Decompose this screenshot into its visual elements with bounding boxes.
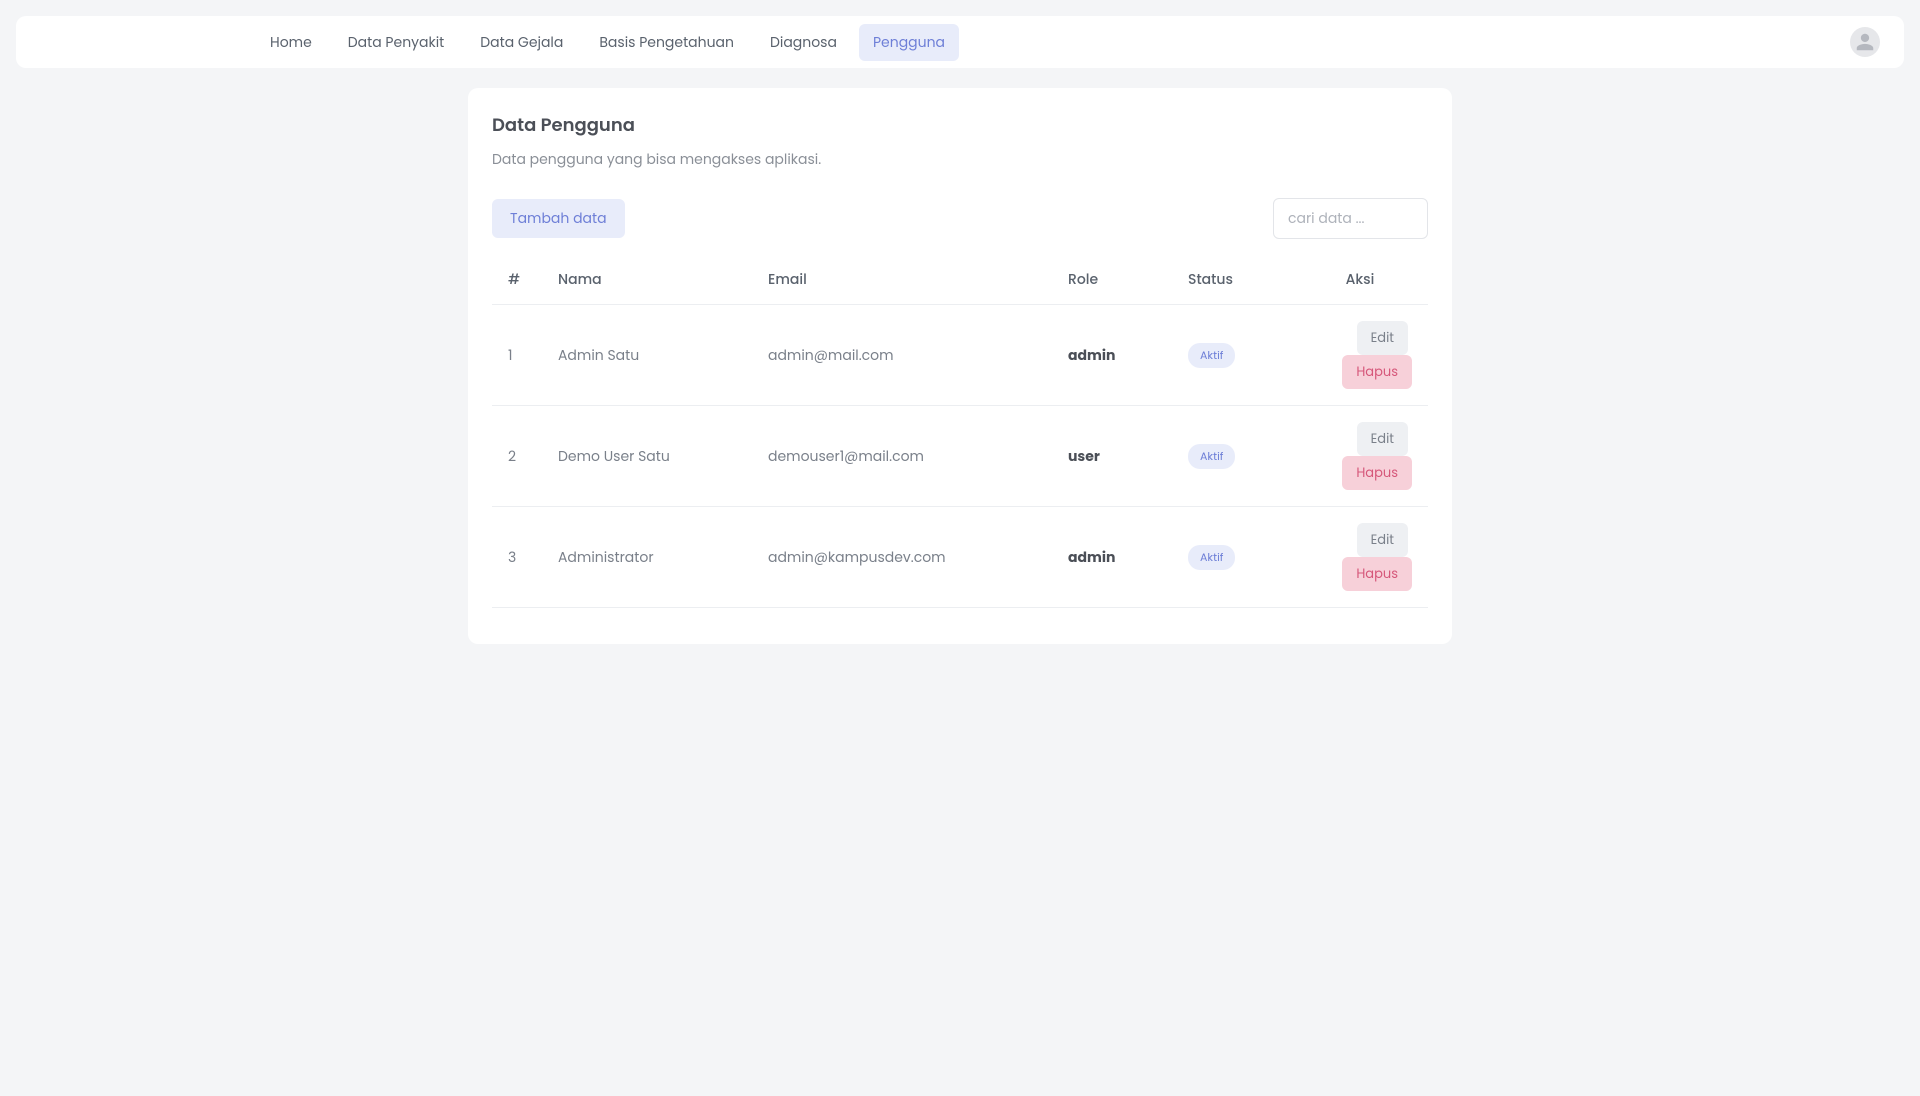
status-badge: Aktif: [1188, 343, 1235, 368]
cell-nama: Administrator: [542, 507, 752, 608]
page-subtitle: Data pengguna yang bisa mengakses aplika…: [492, 149, 1428, 170]
role-value: admin: [1068, 547, 1115, 567]
status-badge: Aktif: [1188, 545, 1235, 570]
th-status: Status: [1172, 255, 1292, 305]
hapus-button[interactable]: Hapus: [1342, 456, 1412, 490]
hapus-button[interactable]: Hapus: [1342, 355, 1412, 389]
cell-email: demouser1@mail.com: [752, 406, 1052, 507]
add-data-button[interactable]: Tambah data: [492, 199, 625, 238]
user-icon: [1854, 31, 1876, 53]
cell-email: admin@mail.com: [752, 305, 1052, 406]
hapus-button[interactable]: Hapus: [1342, 557, 1412, 591]
cell-nama: Demo User Satu: [542, 406, 752, 507]
cell-role: admin: [1052, 305, 1172, 406]
content: Data Pengguna Data pengguna yang bisa me…: [468, 88, 1452, 644]
page-title: Data Pengguna: [492, 112, 1428, 139]
role-value: admin: [1068, 345, 1115, 365]
card-data-pengguna: Data Pengguna Data pengguna yang bisa me…: [468, 88, 1452, 644]
cell-num: 3: [492, 507, 542, 608]
avatar[interactable]: [1850, 27, 1880, 57]
table-toolbar: Tambah data: [492, 198, 1428, 239]
cell-aksi: Edit Hapus: [1292, 406, 1428, 507]
nav-diagnosa[interactable]: Diagnosa: [756, 24, 851, 61]
status-badge: Aktif: [1188, 444, 1235, 469]
cell-status: Aktif: [1172, 305, 1292, 406]
pengguna-table: # Nama Email Role Status Aksi 1 Admin Sa…: [492, 255, 1428, 608]
topbar: Home Data Penyakit Data Gejala Basis Pen…: [16, 16, 1904, 68]
table-header-row: # Nama Email Role Status Aksi: [492, 255, 1428, 305]
main-nav: Home Data Penyakit Data Gejala Basis Pen…: [256, 24, 959, 61]
nav-data-gejala[interactable]: Data Gejala: [466, 24, 577, 61]
cell-aksi: Edit Hapus: [1292, 305, 1428, 406]
cell-status: Aktif: [1172, 406, 1292, 507]
cell-role: user: [1052, 406, 1172, 507]
nav-basis-pengetahuan[interactable]: Basis Pengetahuan: [585, 24, 748, 61]
cell-num: 2: [492, 406, 542, 507]
cell-nama: Admin Satu: [542, 305, 752, 406]
cell-aksi: Edit Hapus: [1292, 507, 1428, 608]
search-input[interactable]: [1273, 198, 1428, 239]
th-aksi: Aksi: [1292, 255, 1428, 305]
th-role: Role: [1052, 255, 1172, 305]
nav-pengguna[interactable]: Pengguna: [859, 24, 959, 61]
table-row: 1 Admin Satu admin@mail.com admin Aktif …: [492, 305, 1428, 406]
cell-status: Aktif: [1172, 507, 1292, 608]
cell-email: admin@kampusdev.com: [752, 507, 1052, 608]
table-row: 2 Demo User Satu demouser1@mail.com user…: [492, 406, 1428, 507]
nav-home[interactable]: Home: [256, 24, 326, 61]
nav-data-penyakit[interactable]: Data Penyakit: [334, 24, 459, 61]
cell-role: admin: [1052, 507, 1172, 608]
edit-button[interactable]: Edit: [1357, 523, 1408, 557]
th-num: #: [492, 255, 542, 305]
th-email: Email: [752, 255, 1052, 305]
edit-button[interactable]: Edit: [1357, 321, 1408, 355]
edit-button[interactable]: Edit: [1357, 422, 1408, 456]
cell-num: 1: [492, 305, 542, 406]
table-row: 3 Administrator admin@kampusdev.com admi…: [492, 507, 1428, 608]
role-value: user: [1068, 446, 1100, 466]
th-nama: Nama: [542, 255, 752, 305]
